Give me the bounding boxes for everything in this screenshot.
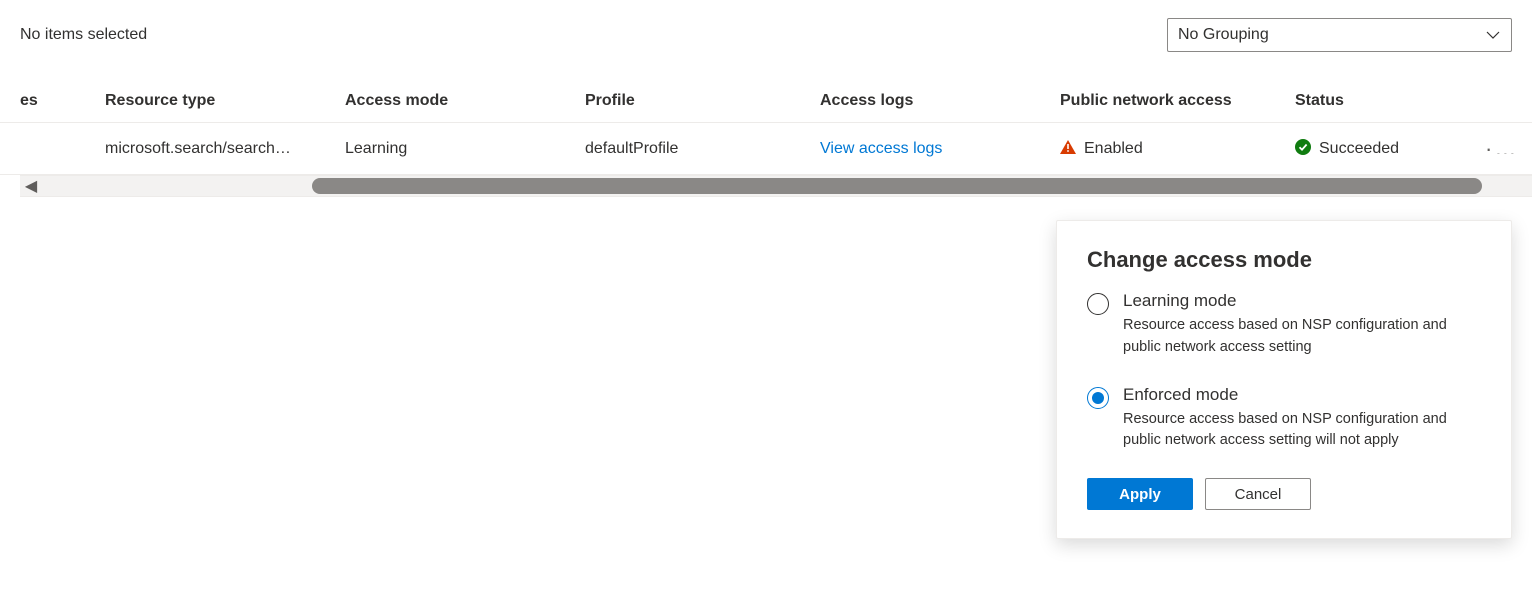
warning-icon xyxy=(1060,140,1076,154)
success-check-icon xyxy=(1295,139,1311,155)
radio-description: Resource access based on NSP configurati… xyxy=(1123,315,1481,359)
selection-status: No items selected xyxy=(20,26,147,44)
radio-label: Enforced mode xyxy=(1123,385,1481,405)
col-header-profile[interactable]: Profile xyxy=(585,92,820,110)
popup-actions: Apply Cancel xyxy=(1087,478,1481,510)
table-row[interactable]: microsoft.search/search… Learning defaul… xyxy=(0,123,1532,175)
col-header-resource-type[interactable]: Resource type xyxy=(105,92,345,110)
change-access-mode-popup: Change access mode Learning mode Resourc… xyxy=(1056,220,1512,539)
toolbar: No items selected No Grouping xyxy=(0,0,1532,62)
scrollbar-thumb[interactable] xyxy=(312,178,1482,194)
status-value: Succeeded xyxy=(1319,140,1399,157)
cancel-button[interactable]: Cancel xyxy=(1205,478,1311,510)
row-more-actions[interactable]: ··· xyxy=(1485,144,1532,154)
cell-access-mode: Learning xyxy=(345,140,585,158)
radio-learning-mode[interactable]: Learning mode Resource access based on N… xyxy=(1087,291,1481,359)
col-header-status[interactable]: Status xyxy=(1295,92,1485,110)
cell-profile: defaultProfile xyxy=(585,140,820,158)
chevron-down-icon xyxy=(1485,27,1501,43)
view-access-logs-link[interactable]: View access logs xyxy=(820,140,1060,158)
radio-unselected-icon xyxy=(1087,293,1109,315)
apply-button[interactable]: Apply xyxy=(1087,478,1193,510)
cell-public-network-access: Enabled xyxy=(1060,140,1295,158)
col-header-first[interactable]: es xyxy=(0,92,105,110)
col-header-access-logs[interactable]: Access logs xyxy=(820,92,1060,110)
radio-enforced-mode[interactable]: Enforced mode Resource access based on N… xyxy=(1087,385,1481,453)
scroll-left-icon[interactable]: ◀ xyxy=(20,176,42,196)
grouping-dropdown[interactable]: No Grouping xyxy=(1167,18,1512,52)
popup-title: Change access mode xyxy=(1087,247,1481,273)
cell-status: Succeeded xyxy=(1295,139,1485,158)
radio-selected-icon xyxy=(1087,387,1109,409)
table-header: es Resource type Access mode Profile Acc… xyxy=(0,62,1532,123)
pna-value: Enabled xyxy=(1084,140,1143,157)
horizontal-scrollbar[interactable]: ◀ xyxy=(20,175,1532,197)
radio-description: Resource access based on NSP configurati… xyxy=(1123,409,1481,453)
col-header-public-network-access[interactable]: Public network access xyxy=(1060,92,1295,110)
col-header-access-mode[interactable]: Access mode xyxy=(345,92,585,110)
cell-resource-type: microsoft.search/search… xyxy=(105,140,345,158)
grouping-dropdown-value: No Grouping xyxy=(1178,26,1269,44)
radio-label: Learning mode xyxy=(1123,291,1481,311)
